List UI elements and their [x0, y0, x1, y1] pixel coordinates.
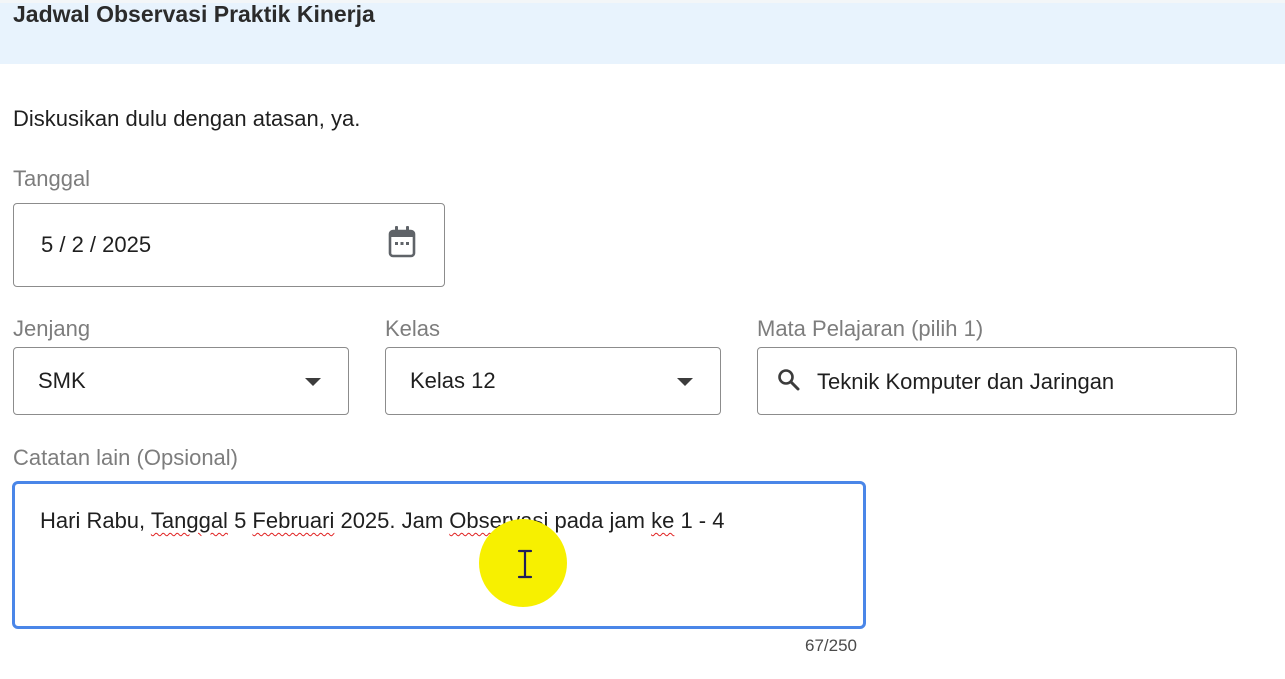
- dropdown-arrow-icon[interactable]: [676, 377, 694, 387]
- page-title: Jadwal Observasi Praktik Kinerja: [13, 1, 375, 27]
- jenjang-label: Jenjang: [13, 316, 91, 341]
- notes-text-segment: 2025. Jam: [334, 508, 450, 533]
- character-counter: 67/250: [805, 636, 857, 655]
- dropdown-arrow-icon[interactable]: [304, 377, 322, 387]
- search-icon: [778, 369, 800, 391]
- date-label: Tanggal: [13, 166, 91, 191]
- spelling-flag-word: Februari: [252, 508, 335, 533]
- notes-text-segment: pada jam: [548, 508, 652, 533]
- notes-text: Hari Rabu, Tanggal 5 Februari 2025. Jam …: [40, 508, 724, 534]
- kelas-value: Kelas 12: [410, 368, 496, 393]
- spelling-flag-word: Tanggal: [150, 508, 228, 533]
- mapel-label: Mata Pelajaran (pilih 1): [757, 316, 984, 341]
- kelas-select[interactable]: Kelas 12: [385, 347, 721, 415]
- jenjang-select[interactable]: SMK: [13, 347, 349, 415]
- jenjang-value: SMK: [38, 368, 86, 393]
- date-value: 5 / 2 / 2025: [41, 232, 152, 257]
- notes-text-segment: 5: [227, 508, 253, 533]
- mapel-search-field[interactable]: Teknik Komputer dan Jaringan: [757, 347, 1237, 415]
- kelas-label: Kelas: [385, 316, 441, 341]
- calendar-icon[interactable]: [387, 225, 417, 259]
- notes-label: Catatan lain (Opsional): [13, 445, 239, 470]
- notes-text-segment: 1 - 4: [674, 508, 725, 533]
- notes-text-segment: Hari Rabu,: [40, 508, 151, 533]
- text-cursor-icon: [517, 549, 533, 579]
- notes-textarea[interactable]: Hari Rabu, Tanggal 5 Februari 2025. Jam …: [12, 481, 866, 629]
- mapel-value: Teknik Komputer dan Jaringan: [817, 369, 1115, 394]
- date-field[interactable]: 5 / 2 / 2025: [13, 203, 445, 287]
- spelling-flag-word: ke: [651, 508, 675, 533]
- intro-text: Diskusikan dulu dengan atasan, ya.: [13, 106, 361, 131]
